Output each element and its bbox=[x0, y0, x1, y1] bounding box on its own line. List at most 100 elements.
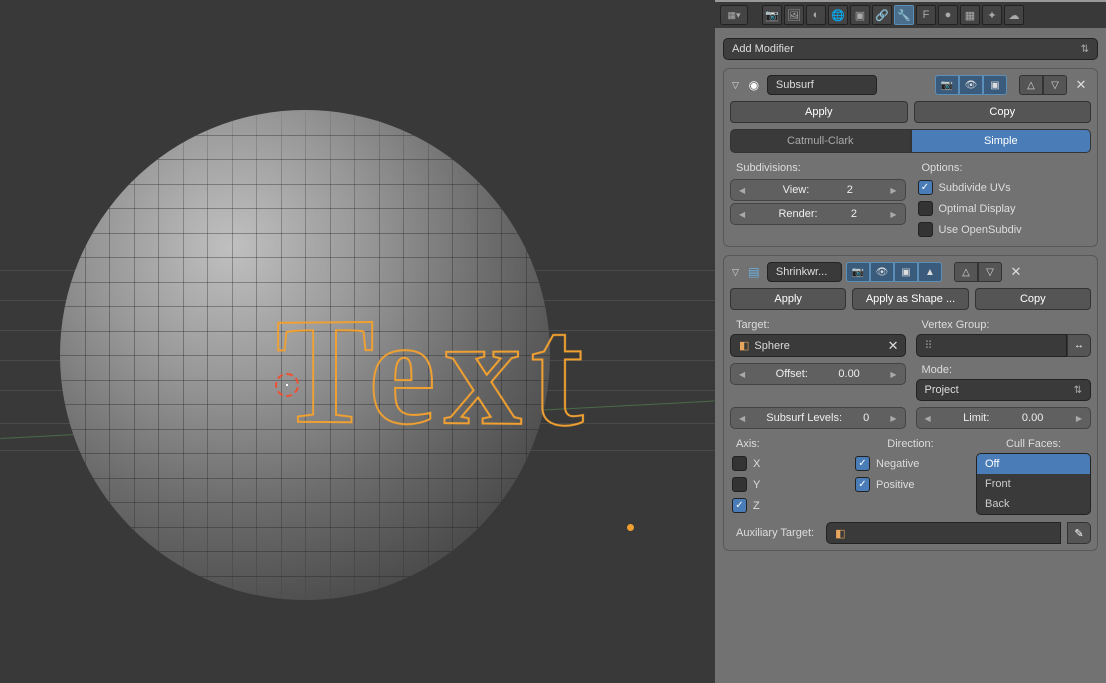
apply-button[interactable]: Apply bbox=[730, 101, 908, 123]
aux-target-field[interactable]: ◧ bbox=[826, 522, 1061, 544]
render-tab-icon[interactable]: 📷 bbox=[762, 5, 782, 25]
axis-x-label: X bbox=[753, 458, 760, 470]
limit-field[interactable]: ◀ Limit: 0.00 ▶ bbox=[916, 407, 1092, 429]
view-subdivisions-field[interactable]: ◀ View: 2 ▶ bbox=[730, 179, 906, 201]
axis-label: Axis: bbox=[730, 435, 845, 453]
add-modifier-dropdown[interactable]: Add Modifier ⇅ bbox=[723, 38, 1098, 60]
positive-checkbox[interactable]: ✓ bbox=[855, 477, 870, 492]
axis-z-checkbox[interactable]: ✓ bbox=[732, 498, 747, 513]
move-down-button[interactable]: ▽ bbox=[1043, 75, 1067, 95]
modifiers-tab-icon[interactable]: 🔧 bbox=[894, 5, 914, 25]
cursor-3d-icon bbox=[275, 373, 299, 397]
dropdown-arrows-icon: ⇅ bbox=[1081, 44, 1089, 55]
limit-value: 0.00 bbox=[1022, 412, 1043, 424]
decrement-icon: ◀ bbox=[739, 186, 745, 195]
mode-label: Mode: bbox=[916, 361, 1092, 379]
offset-field[interactable]: ◀ Offset: 0.00 ▶ bbox=[730, 363, 906, 385]
aux-eyedropper-button[interactable]: ✎ bbox=[1067, 522, 1091, 544]
viewport-scene: Text bbox=[0, 0, 715, 683]
cull-faces-label: Cull Faces: bbox=[976, 435, 1091, 453]
apply-button[interactable]: Apply bbox=[730, 288, 846, 310]
target-label: Target: bbox=[730, 316, 906, 334]
move-up-button[interactable]: △ bbox=[1019, 75, 1043, 95]
mode-dropdown[interactable]: Project ⇅ bbox=[916, 379, 1092, 401]
modifiers-panel: Add Modifier ⇅ ▽ ◉ Subsurf 📷 👁 ▣ △ ▽ bbox=[715, 28, 1106, 683]
view-label: View: bbox=[783, 184, 810, 196]
axis-z-label: Z bbox=[753, 500, 760, 512]
offset-label: Offset: bbox=[776, 368, 808, 380]
collapse-toggle[interactable]: ▽ bbox=[730, 265, 741, 280]
move-down-button[interactable]: ▽ bbox=[978, 262, 1002, 282]
texture-tab-icon[interactable]: ▦ bbox=[960, 5, 980, 25]
render-visibility-toggle[interactable]: 📷 bbox=[846, 262, 870, 282]
viewport-3d[interactable]: Text bbox=[0, 0, 715, 683]
add-modifier-label: Add Modifier bbox=[732, 43, 794, 55]
optimal-display-checkbox[interactable] bbox=[918, 201, 933, 216]
editmode-visibility-toggle[interactable]: ▣ bbox=[983, 75, 1007, 95]
dropdown-arrows-icon: ⇅ bbox=[1074, 385, 1082, 396]
negative-label: Negative bbox=[876, 458, 919, 470]
material-tab-icon[interactable]: ● bbox=[938, 5, 958, 25]
cull-front-option[interactable]: Front bbox=[977, 474, 1090, 494]
target-value: Sphere bbox=[754, 340, 789, 352]
axis-y-label: Y bbox=[753, 479, 760, 491]
subdivide-uvs-label: Subdivide UVs bbox=[939, 182, 1011, 194]
cull-back-option[interactable]: Back bbox=[977, 494, 1090, 514]
offset-value: 0.00 bbox=[838, 368, 859, 380]
object-cube-icon: ◧ bbox=[835, 527, 845, 540]
delete-modifier-button[interactable]: ✕ bbox=[1071, 75, 1091, 95]
clear-target-button[interactable]: ✕ bbox=[888, 338, 899, 354]
modifier-name-field[interactable]: Subsurf bbox=[767, 75, 877, 95]
cull-faces-select[interactable]: Off Front Back bbox=[976, 453, 1091, 515]
aux-target-label: Auxiliary Target: bbox=[730, 524, 820, 542]
vertex-group-label: Vertex Group: bbox=[916, 316, 1092, 334]
apply-as-shape-button[interactable]: Apply as Shape ... bbox=[852, 288, 968, 310]
increment-icon: ▶ bbox=[890, 186, 896, 195]
render-subdivisions-field[interactable]: ◀ Render: 2 ▶ bbox=[730, 203, 906, 225]
world-tab-icon[interactable]: 🌐 bbox=[828, 5, 848, 25]
viewport-visibility-toggle[interactable]: 👁 bbox=[870, 262, 894, 282]
data-tab-icon[interactable]: F bbox=[916, 5, 936, 25]
increment-icon: ▶ bbox=[890, 210, 896, 219]
render-visibility-toggle[interactable]: 📷 bbox=[935, 75, 959, 95]
physics-tab-icon[interactable]: ☁ bbox=[1004, 5, 1024, 25]
vertex-group-icon: ⠿ bbox=[925, 339, 933, 352]
modifier-name-field[interactable]: Shrinkwr... bbox=[767, 262, 842, 282]
collapse-toggle[interactable]: ▽ bbox=[730, 78, 741, 93]
cull-off-option[interactable]: Off bbox=[977, 454, 1090, 474]
subdivide-uvs-checkbox[interactable]: ✓ bbox=[918, 180, 933, 195]
text-object: Text bbox=[276, 279, 592, 463]
subsurf-levels-label: Subsurf Levels: bbox=[766, 412, 842, 424]
simple-toggle[interactable]: Simple bbox=[911, 129, 1092, 153]
object-origin-icon bbox=[627, 524, 634, 531]
view-value: 2 bbox=[847, 184, 853, 196]
particles-tab-icon[interactable]: ✦ bbox=[982, 5, 1002, 25]
object-cube-icon: ◧ bbox=[739, 339, 749, 352]
viewport-visibility-toggle[interactable]: 👁 bbox=[959, 75, 983, 95]
negative-checkbox[interactable]: ✓ bbox=[855, 456, 870, 471]
direction-label: Direction: bbox=[853, 435, 968, 453]
properties-header: ▦▾ 📷 🖼 ◐ 🌐 ▣ 🔗 🔧 F ● ▦ ✦ ☁ bbox=[715, 0, 1106, 28]
vertex-group-field[interactable]: ⠿ bbox=[916, 334, 1068, 357]
render-layers-tab-icon[interactable]: 🖼 bbox=[784, 5, 804, 25]
move-up-button[interactable]: △ bbox=[954, 262, 978, 282]
target-object-field[interactable]: ◧ Sphere ✕ bbox=[730, 334, 906, 357]
editor-type-dropdown[interactable]: ▦▾ bbox=[720, 5, 748, 25]
editmode-visibility-toggle[interactable]: ▣ bbox=[894, 262, 918, 282]
copy-button[interactable]: Copy bbox=[914, 101, 1092, 123]
scene-tab-icon[interactable]: ◐ bbox=[806, 5, 826, 25]
decrement-icon: ◀ bbox=[925, 414, 931, 423]
vertex-group-invert-button[interactable]: ↔ bbox=[1067, 334, 1091, 357]
object-tab-icon[interactable]: ▣ bbox=[850, 5, 870, 25]
subsurf-levels-field[interactable]: ◀ Subsurf Levels: 0 ▶ bbox=[730, 407, 906, 429]
catmull-clark-toggle[interactable]: Catmull-Clark bbox=[730, 129, 911, 153]
context-tabs: 📷 🖼 ◐ 🌐 ▣ 🔗 🔧 F ● ▦ ✦ ☁ bbox=[762, 5, 1024, 25]
constraints-tab-icon[interactable]: 🔗 bbox=[872, 5, 892, 25]
copy-button[interactable]: Copy bbox=[975, 288, 1091, 310]
axis-y-checkbox[interactable] bbox=[732, 477, 747, 492]
opensubdiv-checkbox[interactable] bbox=[918, 222, 933, 237]
axis-x-checkbox[interactable] bbox=[732, 456, 747, 471]
cage-visibility-toggle[interactable]: ▲ bbox=[918, 262, 942, 282]
options-label: Options: bbox=[916, 159, 1092, 177]
delete-modifier-button[interactable]: ✕ bbox=[1006, 262, 1026, 282]
